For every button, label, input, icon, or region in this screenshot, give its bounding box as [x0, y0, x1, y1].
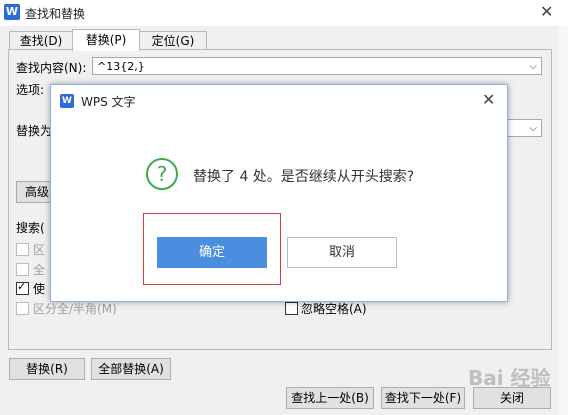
option-label-3: 使	[33, 282, 46, 296]
replace-label: 替换为	[16, 124, 53, 138]
find-next-button[interactable]: 查找下一处(F)	[381, 387, 465, 409]
background-scrollbar	[558, 26, 568, 415]
question-icon: ?	[146, 158, 178, 190]
options-label: 选项:	[16, 83, 45, 97]
cancel-button[interactable]: 取消	[287, 237, 397, 268]
option-label-4: 区分全/半角(M)	[33, 302, 117, 316]
watermark: Bai 经验	[468, 366, 551, 390]
option-label-1: 区	[33, 243, 46, 257]
chevron-down-icon[interactable]: ⌵	[529, 120, 537, 138]
dialog-title: WPS 文字	[81, 95, 136, 109]
tab-find[interactable]: 查找(D)	[9, 31, 73, 50]
option-checkbox-3[interactable]: ✓	[16, 280, 29, 295]
search-label: 搜索(	[16, 221, 45, 235]
window-close-icon[interactable]: ✕	[540, 2, 553, 21]
find-label: 查找内容(N):	[16, 61, 87, 75]
chevron-down-icon[interactable]: ⌵	[529, 58, 537, 76]
find-input[interactable]: ^13{2,} ⌵	[92, 57, 542, 75]
wps-app-icon: W	[4, 4, 20, 20]
dialog-close-icon[interactable]: ✕	[482, 90, 495, 109]
ignore-space-checkbox[interactable]	[285, 302, 298, 315]
find-value: ^13{2,}	[97, 60, 145, 73]
checkmark-icon: ✓	[17, 280, 27, 293]
option-checkbox-1[interactable]	[16, 243, 29, 256]
ok-button[interactable]: 确定	[157, 237, 267, 268]
confirm-dialog: W WPS 文字 ✕ ? 替换了 4 处。是否继续从开头搜索? 确定 取消	[50, 84, 508, 302]
replace-all-button[interactable]: 全部替换(A)	[91, 358, 171, 380]
find-prev-button[interactable]: 查找上一处(B)	[286, 387, 374, 409]
tab-goto[interactable]: 定位(G)	[139, 31, 207, 50]
ignore-space-label: 忽略空格(A)	[301, 302, 367, 316]
wps-app-icon: W	[60, 94, 74, 108]
tab-replace[interactable]: 替换(P)	[72, 29, 140, 51]
dialog-message: 替换了 4 处。是否继续从开头搜索?	[193, 169, 415, 185]
title-bar: W 查找和替换 ✕	[0, 0, 568, 26]
window-title: 查找和替换	[25, 7, 86, 21]
option-label-2: 全	[33, 263, 46, 277]
option-checkbox-2[interactable]	[16, 263, 29, 276]
option-checkbox-4[interactable]	[16, 302, 29, 315]
replace-button[interactable]: 替换(R)	[9, 358, 85, 380]
